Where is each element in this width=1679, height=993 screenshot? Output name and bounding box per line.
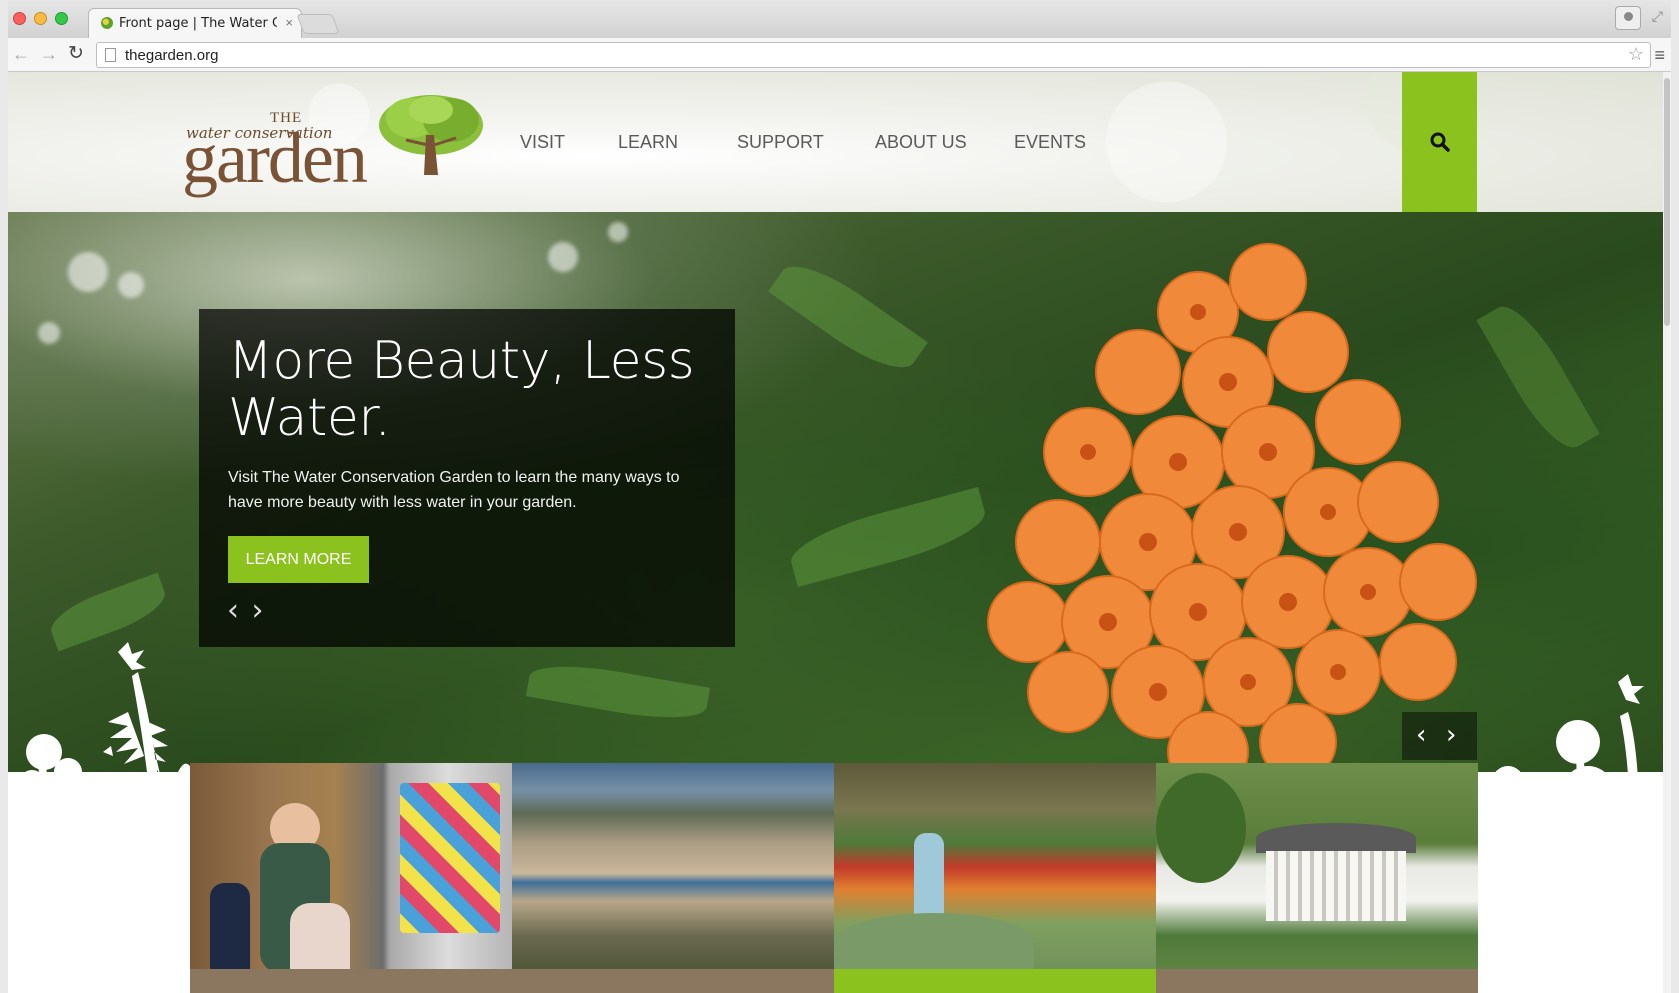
- site-header: THE water conservation garden VISIT LEAR…: [8, 72, 1663, 212]
- fullscreen-icon[interactable]: ⤢: [1652, 8, 1663, 25]
- browser-menu-icon[interactable]: ≡: [1654, 45, 1665, 66]
- close-window-button[interactable]: [13, 12, 26, 25]
- slider-next-icon[interactable]: ›: [1446, 720, 1456, 750]
- leaf-decoration: [768, 250, 928, 384]
- orange-flower-image: [987, 243, 1477, 772]
- tab-title: Front page | The Water Co: [119, 16, 277, 31]
- page-icon: [105, 48, 116, 62]
- card-prev-icon[interactable]: ‹: [227, 593, 239, 628]
- white-footer-right: [1477, 878, 1663, 993]
- favicon-icon: [101, 17, 113, 29]
- plant-silhouette-right: [1468, 674, 1663, 882]
- search-button[interactable]: [1402, 72, 1477, 212]
- hero-slider: More Beauty, Less Water. Visit The Water…: [8, 212, 1663, 772]
- card-next-icon[interactable]: ›: [251, 593, 263, 628]
- nav-visit[interactable]: VISIT: [520, 132, 565, 153]
- hero-title: More Beauty, Less Water.: [228, 331, 695, 448]
- tile-bar: [512, 969, 834, 993]
- url-text[interactable]: thegarden.org: [125, 47, 218, 64]
- web-page: THE water conservation garden VISIT LEAR…: [8, 72, 1663, 993]
- search-icon: [1430, 132, 1450, 152]
- leaf-decoration: [525, 656, 711, 728]
- browser-tab[interactable]: Front page | The Water Co ×: [88, 8, 302, 38]
- person-icon: [1624, 12, 1633, 21]
- tile-gazebo[interactable]: [1156, 763, 1478, 993]
- slider-controls: ‹ ›: [1402, 712, 1477, 760]
- tree: [1156, 773, 1246, 883]
- scroll-thumb[interactable]: [1664, 78, 1670, 326]
- child-figure: [210, 883, 250, 983]
- nav-about-us[interactable]: ABOUT US: [875, 132, 967, 153]
- nav-learn[interactable]: LEARN: [618, 132, 678, 153]
- tile-garden-path[interactable]: [834, 763, 1156, 993]
- bookmark-star-icon[interactable]: ☆: [1628, 44, 1644, 65]
- zoom-window-button[interactable]: [55, 12, 68, 25]
- tile-bar: [190, 969, 512, 993]
- tree-icon: [379, 95, 483, 175]
- browser-window: Front page | The Water Co × ⤢ ← → ↻ theg…: [8, 0, 1671, 993]
- feature-tiles: [190, 763, 1478, 993]
- reload-icon[interactable]: ↻: [68, 42, 84, 65]
- tile-bar: [834, 969, 1156, 993]
- card-arrows: ‹ ›: [227, 593, 271, 628]
- bokeh-decoration: [38, 322, 60, 344]
- white-footer-left: [8, 878, 190, 993]
- profile-button[interactable]: [1615, 6, 1641, 30]
- page-scrollbar[interactable]: [1663, 72, 1671, 993]
- bokeh-decoration: [118, 272, 144, 298]
- hero-description: Visit The Water Conservation Garden to l…: [228, 469, 680, 511]
- learn-more-button[interactable]: LEARN MORE: [228, 536, 369, 583]
- slider-prev-icon[interactable]: ‹: [1416, 720, 1426, 750]
- nav-events[interactable]: EVENTS: [1014, 132, 1086, 153]
- bokeh-decoration: [68, 252, 108, 292]
- gazebo-roof: [1256, 823, 1416, 853]
- minimize-window-button[interactable]: [34, 12, 47, 25]
- tab-close-icon[interactable]: ×: [285, 15, 293, 30]
- back-arrow-icon[interactable]: ←: [12, 44, 30, 65]
- bokeh-decoration: [608, 222, 628, 242]
- site-logo[interactable]: THE water conservation garden: [182, 80, 486, 210]
- artwork-display: [400, 783, 500, 933]
- forward-arrow-icon[interactable]: →: [40, 44, 58, 65]
- hero-card: More Beauty, Less Water. Visit The Water…: [199, 309, 735, 647]
- logo-garden-text: garden: [182, 118, 368, 198]
- address-bar[interactable]: thegarden.org ☆: [96, 42, 1651, 68]
- gazebo: [1266, 851, 1406, 921]
- lawn: [834, 913, 1034, 973]
- tile-bar: [1156, 969, 1478, 993]
- nav-support[interactable]: SUPPORT: [737, 132, 824, 153]
- browser-toolbar: ← → ↻ thegarden.org ☆ ≡: [8, 38, 1671, 72]
- tile-kids-art[interactable]: [190, 763, 512, 993]
- tile-reservoir[interactable]: [512, 763, 834, 993]
- tab-bar: Front page | The Water Co × ⤢: [8, 0, 1671, 38]
- new-tab-button[interactable]: [296, 14, 340, 34]
- bokeh-decoration: [548, 242, 578, 272]
